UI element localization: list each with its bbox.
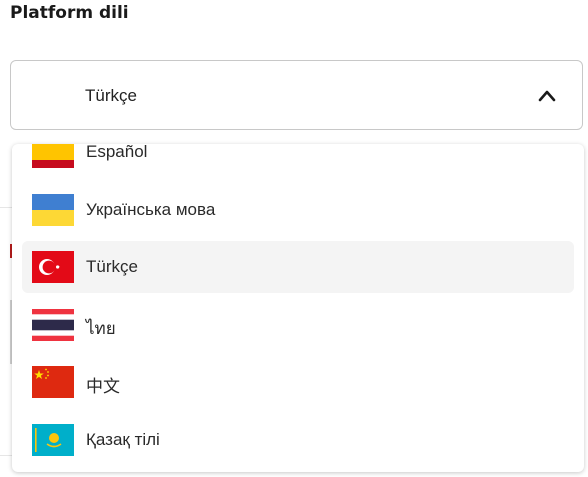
spain-flag-icon bbox=[32, 144, 74, 168]
kazakhstan-flag-icon bbox=[32, 424, 74, 456]
option-label: ไทย bbox=[86, 319, 116, 338]
option-ukrainian[interactable]: Українська мова bbox=[22, 184, 574, 236]
turkey-flag-icon bbox=[32, 251, 74, 283]
option-espanol[interactable]: Español bbox=[22, 144, 574, 178]
select-value: Türkçe bbox=[85, 86, 137, 105]
option-label: Қазақ тілі bbox=[86, 430, 160, 449]
section-title: Platform dili bbox=[10, 3, 129, 23]
option-kazakh[interactable]: Қазақ тілі bbox=[22, 414, 574, 466]
divider bbox=[0, 455, 12, 456]
platform-language-select[interactable]: Türkçe bbox=[10, 60, 583, 130]
divider bbox=[0, 207, 12, 208]
option-label: Українська мова bbox=[86, 200, 216, 219]
option-thai[interactable]: ไทย bbox=[22, 299, 574, 351]
language-dropdown: Español Українська мова Türkçe ไทย 中文 Қа… bbox=[12, 144, 584, 472]
chevron-up-icon[interactable] bbox=[538, 87, 556, 105]
option-chinese[interactable]: 中文 bbox=[22, 356, 574, 408]
option-label: Español bbox=[86, 144, 148, 161]
thailand-flag-icon bbox=[32, 309, 74, 341]
china-flag-icon bbox=[32, 366, 74, 398]
ukraine-flag-icon bbox=[32, 194, 74, 226]
option-label: 中文 bbox=[86, 377, 120, 396]
option-label: Türkçe bbox=[86, 257, 138, 276]
option-turkish[interactable]: Türkçe bbox=[22, 241, 574, 293]
